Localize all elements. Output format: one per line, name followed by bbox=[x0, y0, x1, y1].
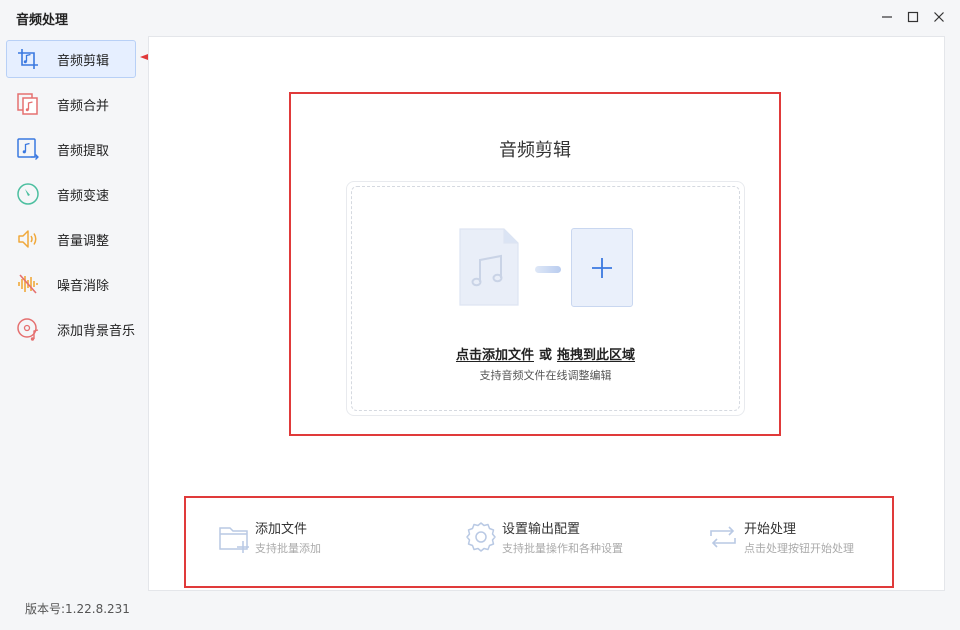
sidebar-item-audio-clip[interactable]: 音频剪辑 bbox=[6, 40, 136, 78]
maximize-button[interactable] bbox=[902, 6, 924, 28]
audio-clip-icon bbox=[15, 46, 41, 72]
sidebar-item-noise-removal[interactable]: 噪音消除 bbox=[6, 265, 136, 303]
annotation-box-upload bbox=[289, 92, 781, 436]
close-icon bbox=[934, 12, 944, 22]
sidebar-item-label: 音频合并 bbox=[57, 98, 110, 114]
minimize-button[interactable] bbox=[876, 6, 898, 28]
audio-extract-icon bbox=[15, 136, 41, 162]
annotation-box-steps bbox=[184, 496, 894, 588]
sidebar-item-label: 添加背景音乐 bbox=[56, 323, 135, 339]
audio-speed-icon bbox=[15, 181, 41, 207]
sidebar-item-audio-speed[interactable]: 音频变速 bbox=[6, 175, 136, 213]
volume-icon bbox=[15, 226, 41, 252]
audio-merge-icon bbox=[15, 91, 41, 117]
noise-removal-icon bbox=[15, 271, 41, 297]
title-bar: 音频处理 bbox=[0, 0, 960, 36]
close-button[interactable] bbox=[928, 6, 950, 28]
sidebar-item-label: 音频变速 bbox=[57, 188, 110, 204]
minimize-icon bbox=[882, 16, 892, 18]
app-title: 音频处理 bbox=[16, 13, 69, 28]
sidebar-item-audio-extract[interactable]: 音频提取 bbox=[6, 130, 136, 168]
background-music-icon bbox=[15, 316, 41, 342]
maximize-icon bbox=[907, 11, 919, 23]
sidebar-item-background-music[interactable]: 添加背景音乐 bbox=[6, 310, 136, 348]
sidebar: 音频剪辑 音频合并 音频提取 音频变速 音量调整 噪音消除 添加背景音乐 bbox=[0, 36, 148, 596]
sidebar-item-audio-merge[interactable]: 音频合并 bbox=[6, 85, 136, 123]
sidebar-item-label: 音频提取 bbox=[57, 143, 110, 159]
sidebar-item-label: 噪音消除 bbox=[57, 278, 110, 294]
sidebar-item-volume[interactable]: 音量调整 bbox=[6, 220, 136, 258]
sidebar-item-label: 音频剪辑 bbox=[57, 53, 110, 69]
version-label: 版本号:1.22.8.231 bbox=[25, 602, 130, 616]
sidebar-item-label: 音量调整 bbox=[57, 233, 110, 249]
